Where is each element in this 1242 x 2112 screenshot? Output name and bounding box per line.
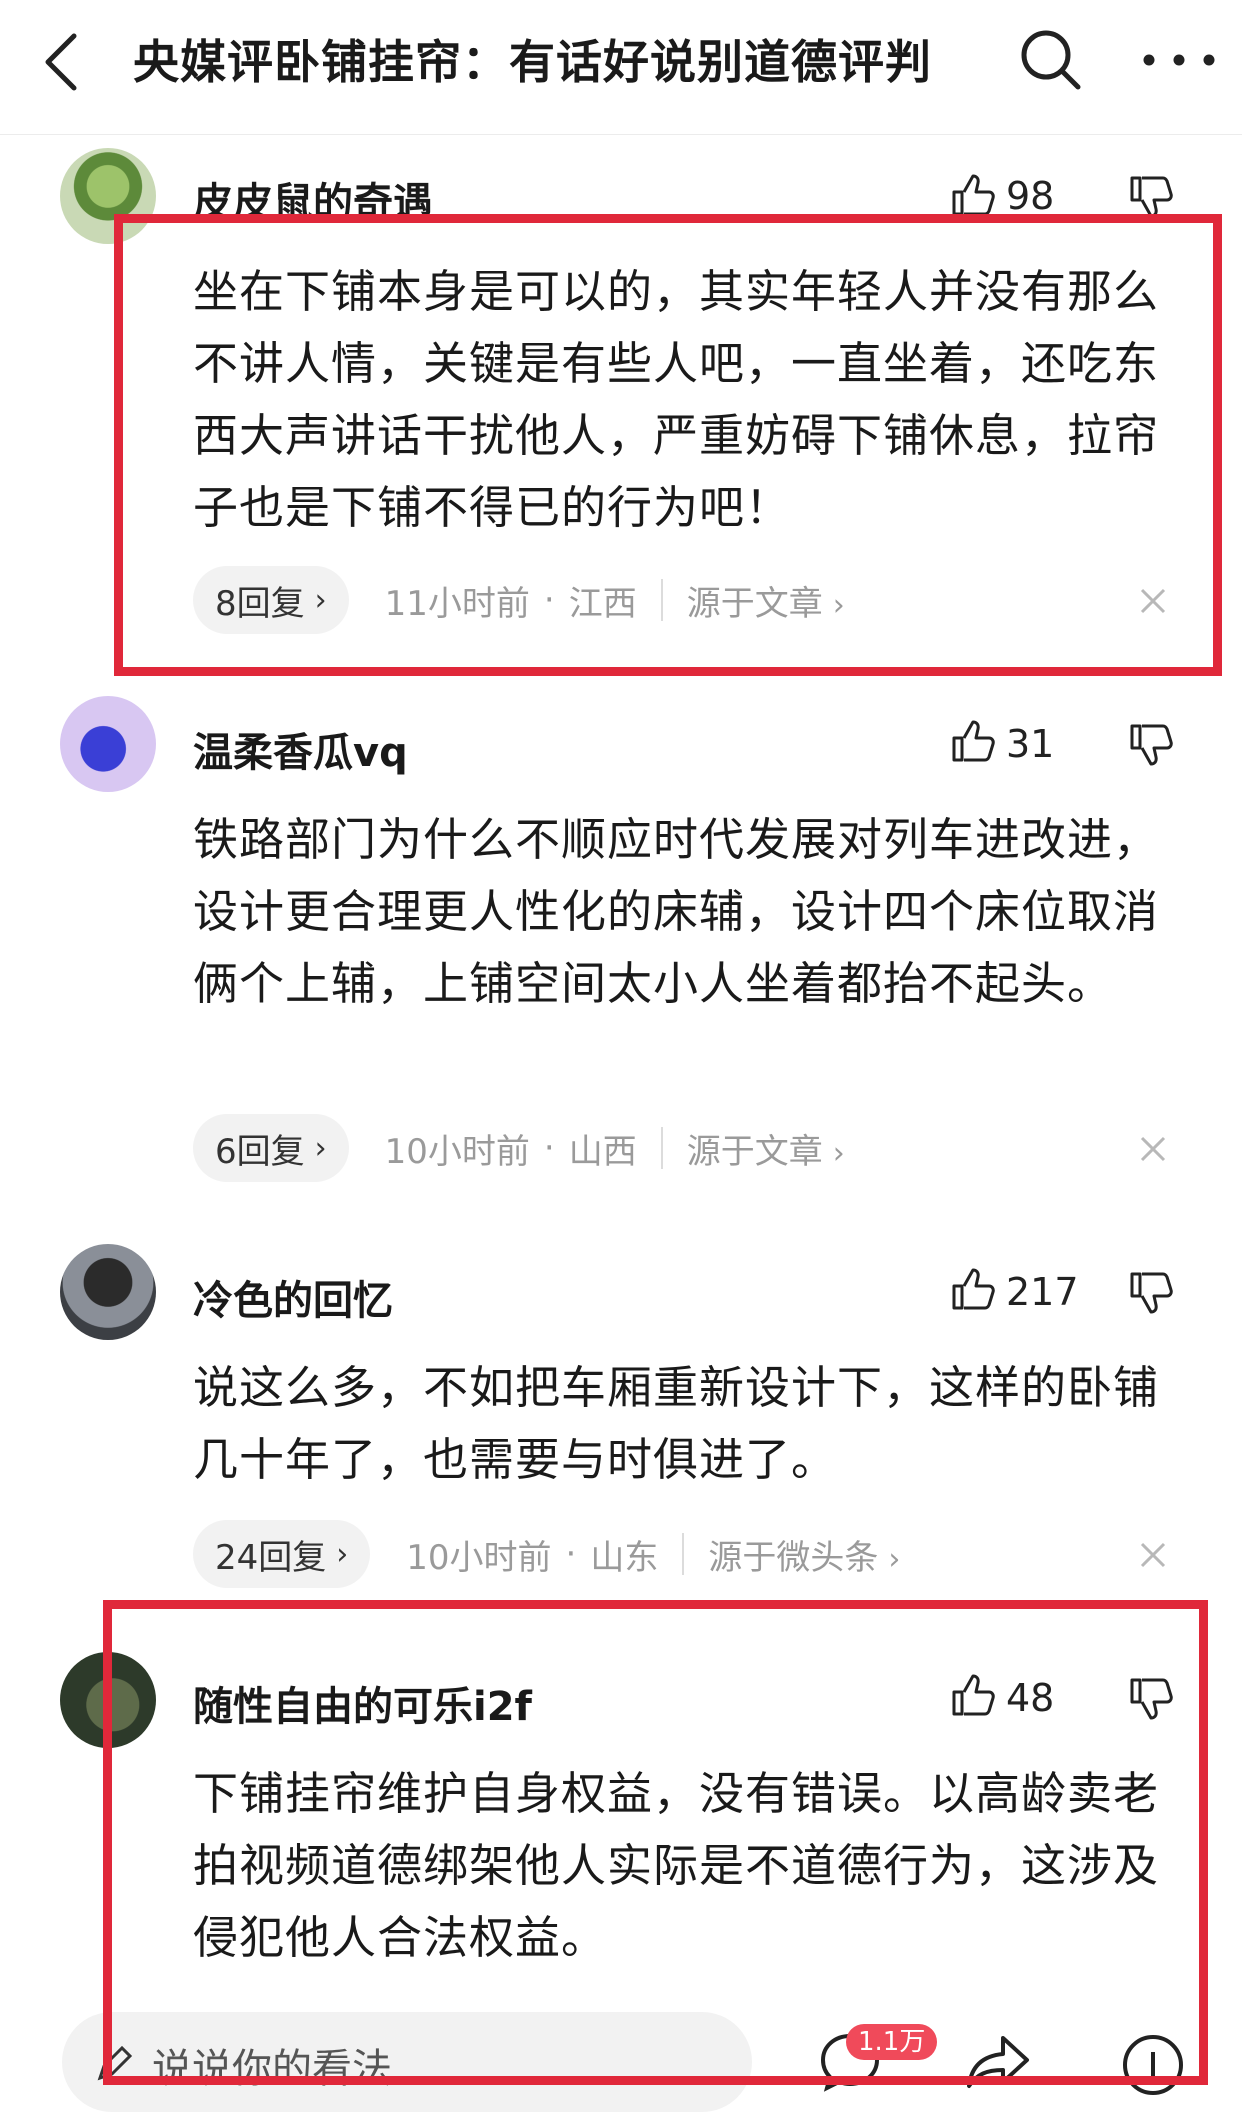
- comment-meta: 24回复 › 10小时前 · 山东 源于微头条 ›: [193, 1520, 900, 1588]
- avatar[interactable]: [60, 1652, 156, 1748]
- divider: [682, 1533, 685, 1575]
- avatar[interactable]: [60, 1244, 156, 1340]
- like-count: 217: [1006, 1270, 1079, 1314]
- avatar[interactable]: [60, 148, 156, 244]
- like-icon[interactable]: [950, 1266, 996, 1312]
- chevron-right-icon: ›: [832, 1135, 845, 1171]
- like-icon[interactable]: [950, 718, 996, 764]
- info-icon[interactable]: [1118, 2030, 1188, 2100]
- input-placeholder[interactable]: 说说你的看法...: [152, 2036, 430, 2094]
- divider: [660, 1127, 663, 1169]
- reply-button[interactable]: 24回复 ›: [193, 1520, 371, 1588]
- chevron-right-icon: ›: [888, 1541, 901, 1577]
- source-link[interactable]: 源于文章 ›: [687, 1124, 845, 1173]
- username[interactable]: 温柔香瓜vq: [193, 720, 408, 778]
- comment-location: 江西: [568, 583, 637, 624]
- comment-time: 10小时前: [406, 1537, 552, 1578]
- username[interactable]: 随性自由的可乐i2f: [193, 1674, 532, 1732]
- chevron-right-icon: ›: [832, 587, 845, 623]
- comment-location: 山东: [590, 1537, 659, 1578]
- username[interactable]: 冷色的回忆: [193, 1268, 393, 1326]
- dislike-icon[interactable]: [1128, 722, 1174, 768]
- divider: [660, 579, 663, 621]
- search-icon[interactable]: [1018, 27, 1082, 91]
- dislike-icon[interactable]: [1128, 1270, 1174, 1316]
- separator-dot: ·: [543, 580, 555, 620]
- like-count: 48: [1006, 1676, 1055, 1720]
- comment-location: 山西: [568, 1131, 637, 1172]
- separator-dot: ·: [543, 1128, 555, 1168]
- comment-count-badge: 1.1万: [846, 2024, 938, 2060]
- dislike-icon[interactable]: [1128, 174, 1174, 220]
- share-icon[interactable]: [963, 2028, 1033, 2098]
- separator-dot: ·: [565, 1534, 577, 1574]
- comment-time: 11小时前: [384, 583, 530, 624]
- top-navigation-bar: 央媒评卧铺挂帘：有话好说别道德评判: [0, 0, 1242, 135]
- source-link[interactable]: 源于文章 ›: [687, 576, 845, 625]
- comment-time: 10小时前: [384, 1131, 530, 1172]
- close-icon[interactable]: [1138, 1540, 1168, 1570]
- close-icon[interactable]: [1138, 586, 1168, 616]
- comment-meta: 6回复 › 10小时前 · 山西 源于文章 ›: [193, 1114, 845, 1182]
- comment-text: 说这么多，不如把车厢重新设计下，这样的卧铺几十年了，也需要与时俱进了。: [193, 1361, 1160, 1486]
- comment-meta: 8回复 › 11小时前 · 江西 源于文章 ›: [193, 566, 845, 634]
- pen-icon: [97, 2045, 133, 2081]
- more-icon[interactable]: [1137, 40, 1233, 80]
- reply-count: 24回复: [215, 1537, 327, 1578]
- comment-text: 下铺挂帘维护自身权益，没有错误。以高龄卖老拍视频道德绑架他人实际是不道德行为，这…: [193, 1767, 1160, 1964]
- chevron-right-icon: ›: [314, 1130, 327, 1166]
- close-icon[interactable]: [1138, 1134, 1168, 1164]
- username[interactable]: 皮皮鼠的奇遇: [193, 170, 433, 228]
- chevron-right-icon: ›: [336, 1536, 349, 1572]
- comment-text: 铁路部门为什么不顺应时代发展对列车进改进，设计更合理更人性化的床辅，设计四个床位…: [193, 813, 1160, 1010]
- avatar[interactable]: [60, 696, 156, 792]
- page-title: 央媒评卧铺挂帘：有话好说别道德评判: [133, 35, 932, 89]
- dislike-icon[interactable]: [1128, 1676, 1174, 1722]
- like-icon[interactable]: [950, 172, 996, 218]
- comment-text: 坐在下铺本身是可以的，其实年轻人并没有那么不讲人情，关键是有些人吧，一直坐着，还…: [193, 265, 1160, 534]
- like-count: 98: [1006, 174, 1055, 218]
- like-icon[interactable]: [950, 1672, 996, 1718]
- chevron-right-icon: ›: [314, 582, 327, 618]
- reply-count: 8回复: [215, 583, 305, 624]
- reply-count: 6回复: [215, 1131, 305, 1172]
- back-icon[interactable]: [40, 30, 84, 94]
- like-count: 31: [1006, 722, 1055, 766]
- source-link[interactable]: 源于微头条 ›: [708, 1530, 900, 1579]
- reply-button[interactable]: 8回复 ›: [193, 566, 349, 634]
- reply-button[interactable]: 6回复 ›: [193, 1114, 349, 1182]
